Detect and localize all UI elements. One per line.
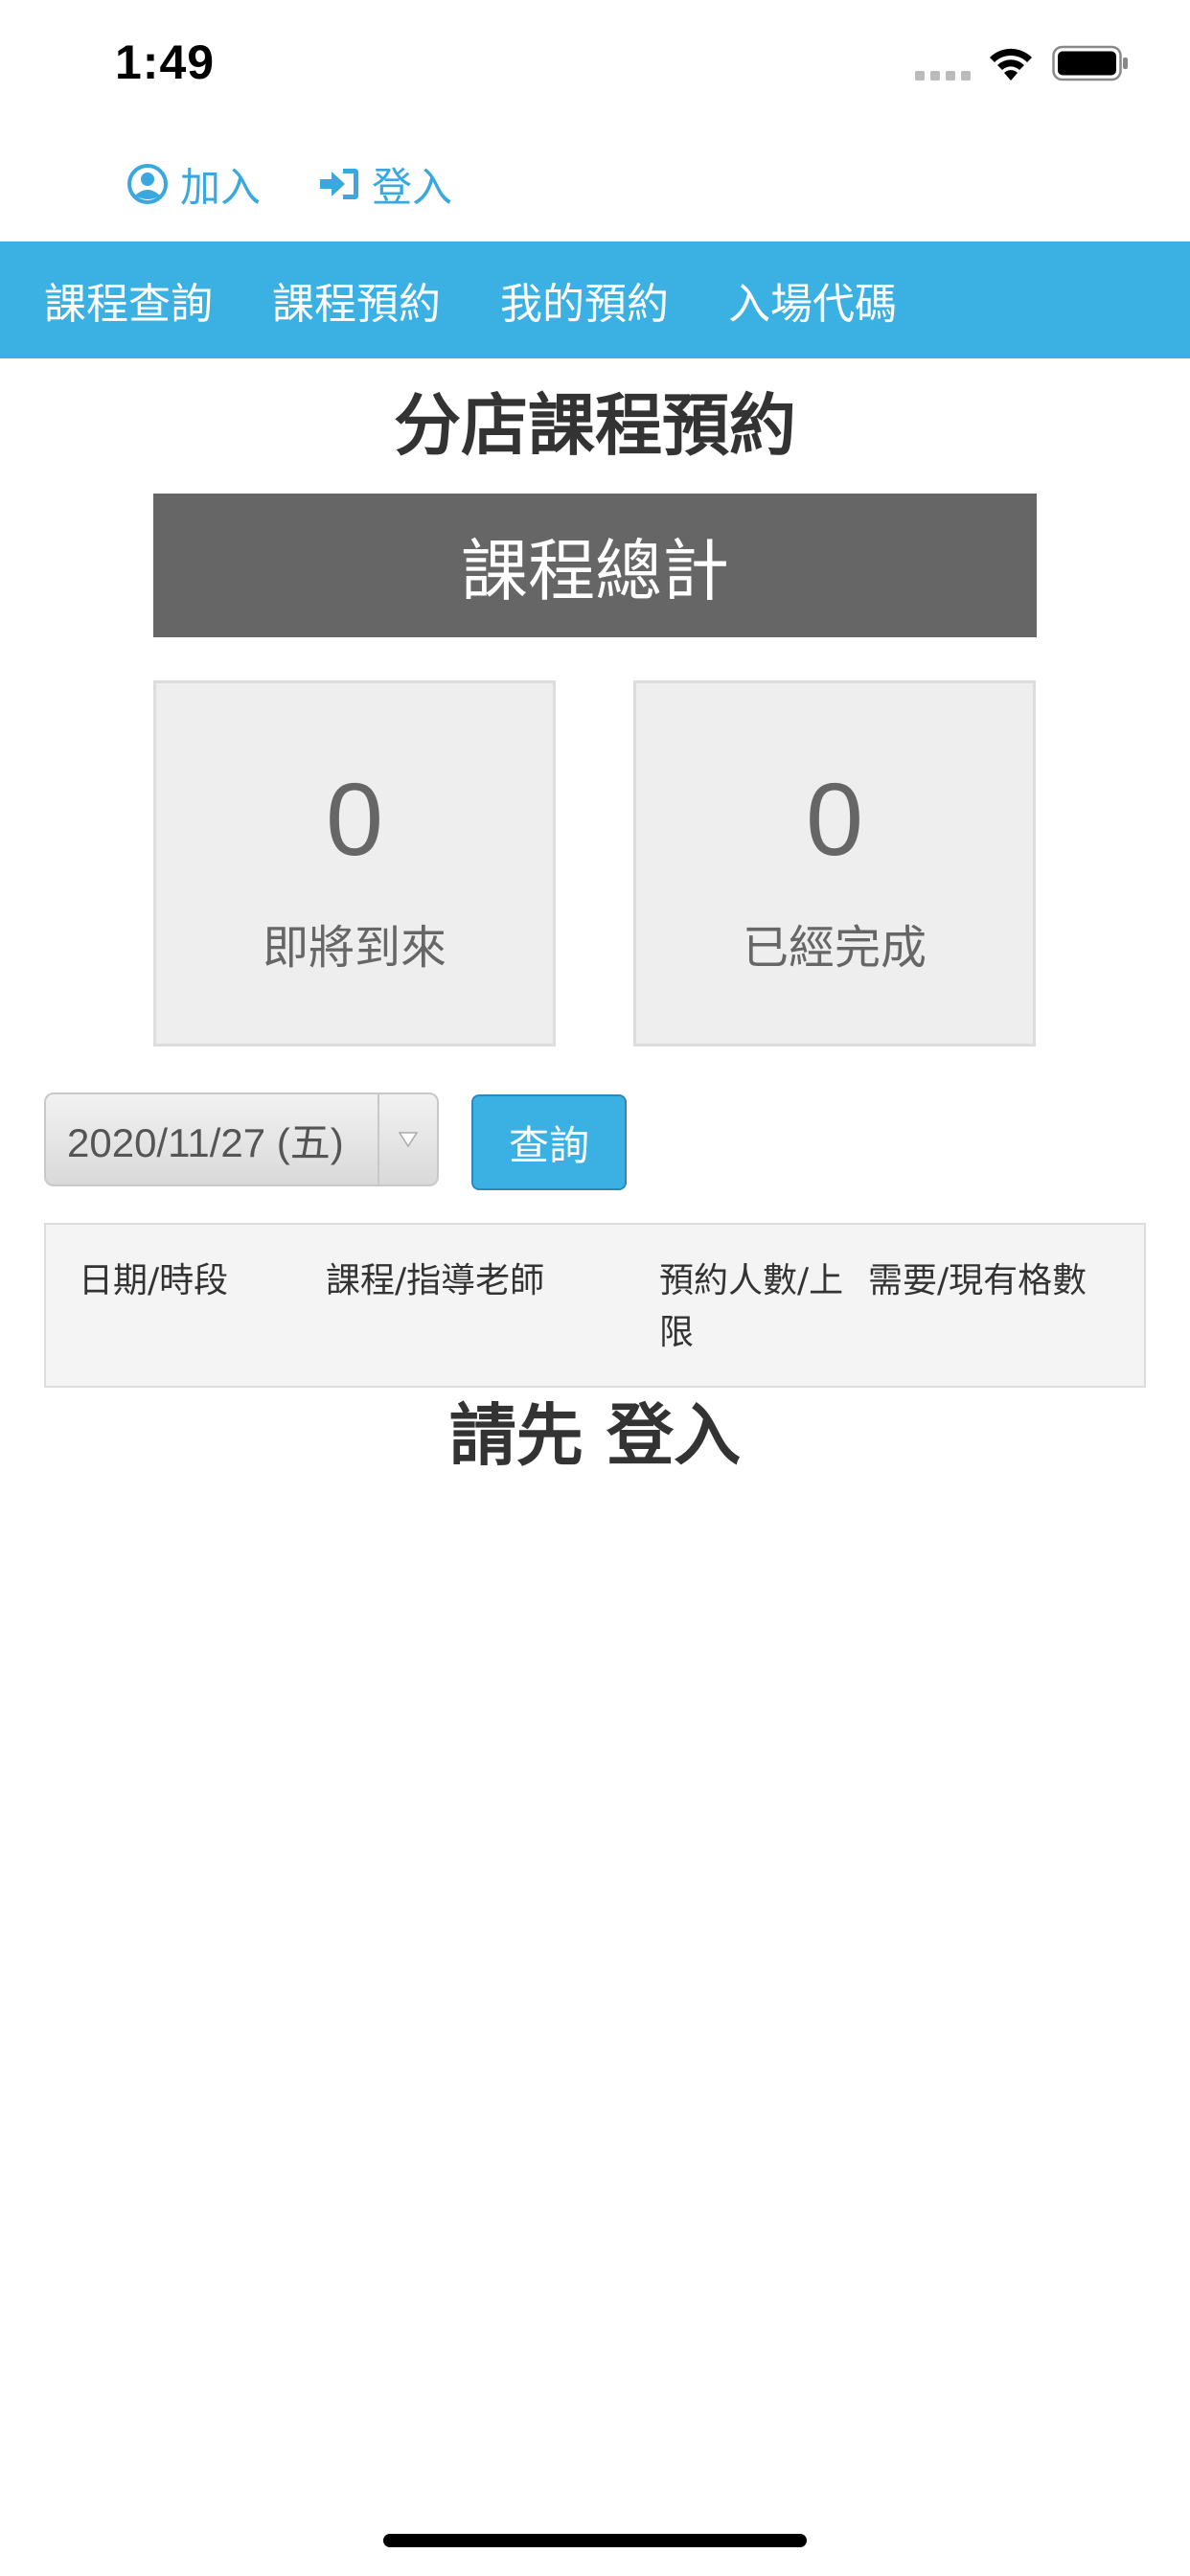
upcoming-label: 即將到來 (262, 921, 446, 975)
sign-in-icon (320, 169, 359, 199)
nav-item-course-search[interactable]: 課程查詢 (44, 269, 213, 331)
status-bar: 1:49 (0, 0, 1190, 134)
battery-icon (1052, 45, 1128, 81)
join-label: 加入 (180, 163, 262, 211)
nav-item-course-booking[interactable]: 課程預約 (272, 269, 441, 331)
home-indicator[interactable] (383, 2534, 807, 2547)
column-header-date-slot: 日期/時段 (79, 1261, 229, 1300)
wifi-icon (990, 48, 1032, 80)
account-links: 加入 登入 (126, 155, 510, 213)
upcoming-count: 0 (325, 761, 384, 877)
main-nav: 課程查詢 課程預約 我的預約 入場代碼 (0, 242, 1190, 358)
column-header-course-instructor: 課程/指導老師 (326, 1261, 545, 1300)
summary-header: 課程總計 (153, 494, 1037, 637)
login-link[interactable]: 登入 (318, 155, 452, 214)
date-select[interactable]: 2020/11/27 (五) (44, 1092, 439, 1186)
upcoming-stat-card: 0 即將到來 (153, 680, 556, 1046)
login-prompt: 請先 登入 (448, 1396, 742, 1475)
completed-stat-card: 0 已經完成 (633, 680, 1036, 1046)
chevron-down-icon (398, 1132, 419, 1148)
schedule-table: 日期/時段 課程/指導老師 預約人數/上限 需要/現有格數 (44, 1223, 1146, 1388)
column-header-booking-limit: 預約人數/上限 (659, 1261, 844, 1352)
completed-label: 已經完成 (742, 921, 927, 975)
query-button[interactable]: 查詢 (471, 1094, 627, 1190)
date-select-value: 2020/11/27 (五) (67, 1119, 344, 1165)
nav-item-entry-code[interactable]: 入場代碼 (728, 269, 897, 331)
cellular-signal-icon (915, 71, 971, 80)
column-header-slots-needed: 需要/現有格數 (868, 1261, 1087, 1300)
user-circle-icon (127, 164, 168, 204)
nav-item-my-bookings[interactable]: 我的預約 (500, 269, 669, 331)
dropdown-arrow (378, 1094, 437, 1184)
join-link[interactable]: 加入 (126, 155, 261, 214)
page-title: 分店課程預約 (394, 386, 796, 465)
completed-count: 0 (805, 761, 864, 877)
login-label: 登入 (372, 163, 453, 211)
status-time: 1:49 (115, 35, 216, 89)
